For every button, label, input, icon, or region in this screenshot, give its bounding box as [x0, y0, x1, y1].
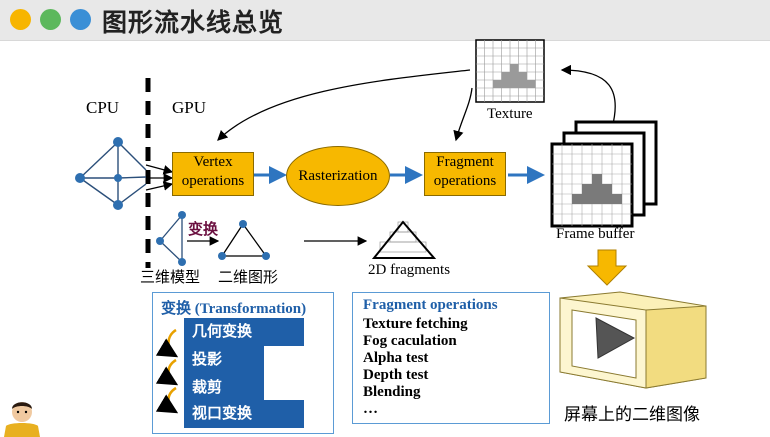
- step-projection: 投影: [184, 346, 264, 374]
- feedback-arrows: [217, 64, 616, 142]
- fragment-operations-panel: Fragment operations Texture fetching Fog…: [352, 292, 550, 424]
- shape-2d-label: 二维图形: [218, 268, 279, 286]
- step-geometric-transform: 几何变换: [184, 318, 304, 346]
- texture-grid: [475, 39, 545, 103]
- list-item: …: [363, 401, 378, 417]
- transformation-title: 变换 (Transformation): [161, 299, 307, 317]
- model-3d-triangle: [159, 214, 183, 263]
- down-arrow-icon: [586, 249, 628, 286]
- model-3d-label: 三维模型: [140, 268, 201, 286]
- fragments-2d-triangle: [371, 220, 437, 259]
- fragments-2d-label: 2D fragments: [368, 262, 451, 278]
- transform-small-label: 变换: [188, 220, 219, 238]
- avatar-icon: [4, 402, 40, 437]
- screen-icon: [559, 291, 707, 389]
- rasterization-ellipse: Rasterization: [286, 146, 390, 206]
- texture-label: Texture: [487, 106, 533, 122]
- cpu-mesh: [79, 141, 147, 206]
- list-item: Fog caculation: [363, 333, 457, 349]
- gpu-label: GPU: [172, 98, 207, 117]
- list-item: Texture fetching: [363, 316, 468, 332]
- list-item: Blending: [363, 384, 421, 400]
- list-item: Depth test: [363, 367, 429, 383]
- presenter-avatar: [0, 392, 44, 437]
- shape-2d-triangle: [220, 222, 268, 257]
- list-item: Alpha test: [363, 350, 429, 366]
- fragment-operations-box: Fragment operations: [424, 152, 506, 196]
- vertex-operations-box: Vertex operations: [172, 152, 254, 196]
- fragments-2d-grid: [379, 221, 427, 253]
- fragment-panel-title: Fragment operations: [363, 297, 498, 313]
- cpu-mesh-vertices: [75, 137, 123, 210]
- frame-buffer-stack: [550, 120, 658, 228]
- cpu-to-gpu-arrows: [145, 164, 174, 191]
- cpu-label: CPU: [86, 98, 120, 117]
- step-viewport-transform: 视口变换: [184, 400, 304, 428]
- fragment-panel-list: Texture fetching Fog caculation Alpha te…: [363, 316, 468, 418]
- frame-buffer-label: Frame buffer: [556, 226, 635, 242]
- screen-image-label: 屏幕上的二维图像: [564, 405, 700, 425]
- step-clipping: 裁剪: [184, 374, 264, 400]
